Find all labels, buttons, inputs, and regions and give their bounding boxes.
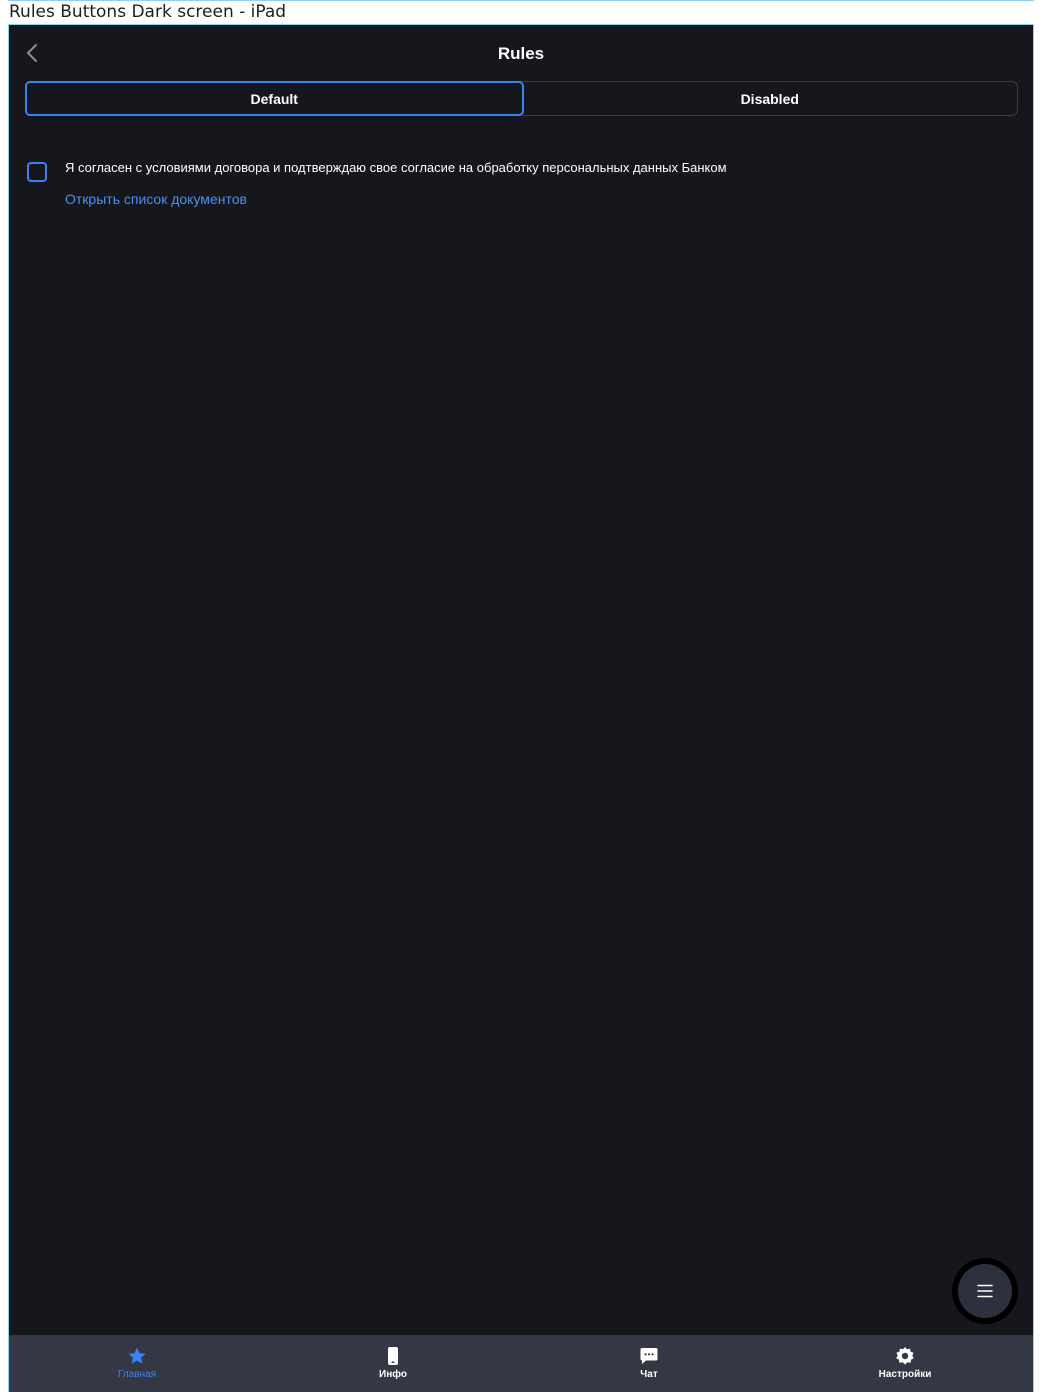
phone-icon — [383, 1346, 403, 1366]
tab-label: Главная — [117, 1369, 157, 1380]
tab-label: Чат — [640, 1369, 658, 1380]
frame-border — [8, 0, 1034, 1]
chat-icon — [639, 1346, 659, 1366]
page-title: Rules — [497, 44, 545, 63]
segment-label: Disabled — [740, 90, 799, 107]
menu-fab-button[interactable] — [952, 1258, 1018, 1324]
fab-inner — [958, 1264, 1012, 1318]
tab-chat[interactable]: Чат — [521, 1335, 777, 1392]
star-icon — [127, 1346, 147, 1366]
segmented-control: Default Disabled — [25, 81, 1018, 116]
tab-home[interactable]: Главная — [9, 1335, 265, 1392]
segment-label: Default — [250, 90, 298, 107]
consent-checkbox[interactable] — [27, 162, 47, 182]
tab-info[interactable]: Инфо — [265, 1335, 521, 1392]
segment-disabled[interactable]: Disabled — [523, 82, 1018, 115]
segment-default[interactable]: Default — [25, 81, 524, 116]
gear-icon — [895, 1346, 915, 1366]
menu-icon — [977, 1284, 993, 1298]
tab-bar: Главная Инфо Чат Настройки — [9, 1335, 1033, 1392]
tab-label: Инфо — [379, 1369, 407, 1380]
frame-title: Rules Buttons Dark screen - iPad — [0, 0, 1042, 25]
tab-settings[interactable]: Настройки — [777, 1335, 1033, 1392]
consent-text: Я согласен с условиями договора и подтве… — [65, 160, 727, 175]
device-screen: Rules Default Disabled Я согласен с усло… — [8, 24, 1034, 1392]
documents-link[interactable]: Открыть список документов — [65, 190, 247, 208]
navigation-bar: Rules — [9, 25, 1033, 81]
tab-label: Настройки — [878, 1369, 932, 1380]
